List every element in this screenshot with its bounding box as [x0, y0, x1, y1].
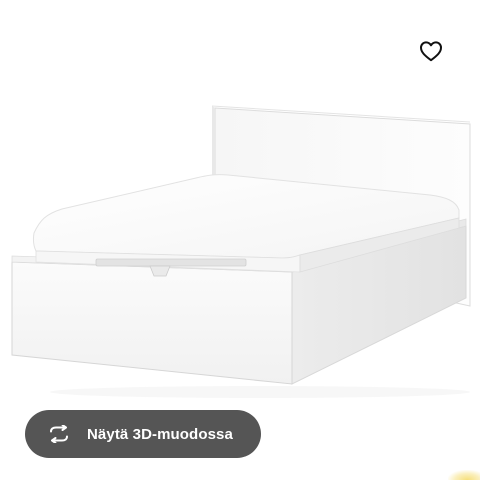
product-image [11, 105, 471, 398]
heart-outline-icon [420, 41, 442, 62]
product-gallery: Näytä 3D-muodossa [0, 0, 480, 480]
corner-highlight [448, 470, 480, 480]
rotate-3d-icon [45, 424, 73, 444]
bed-frame-front [11, 261, 293, 385]
view-3d-label: Näytä 3D-muodossa [87, 425, 233, 443]
favourite-button[interactable] [412, 32, 450, 70]
view-3d-button[interactable]: Näytä 3D-muodossa [25, 410, 261, 458]
